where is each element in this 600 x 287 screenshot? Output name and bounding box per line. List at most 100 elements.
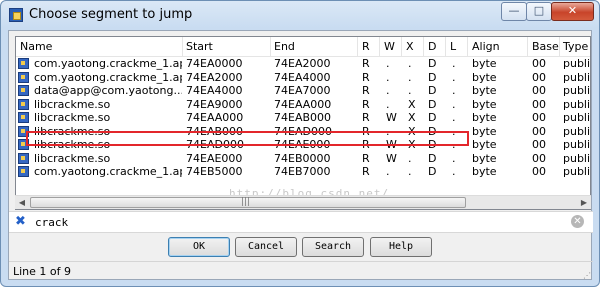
cell-end: 74EB7000 bbox=[274, 165, 331, 178]
cell-r: R bbox=[362, 84, 370, 97]
cell-type: public bbox=[563, 70, 591, 84]
column-header-name[interactable]: Name bbox=[20, 40, 52, 53]
cell-x: X bbox=[408, 97, 416, 111]
cell-x: X bbox=[408, 111, 416, 124]
cell-d: D bbox=[428, 151, 437, 165]
cell-start: 74EAE000 bbox=[186, 151, 243, 165]
table-row[interactable]: com.yaotong.crackme_1.apk 74EA0000 74EA2… bbox=[16, 57, 590, 71]
maximize-button[interactable]: □ bbox=[526, 2, 552, 21]
table-row[interactable]: libcrackme.so 74EAA000 74EAB000 R W X D … bbox=[16, 111, 590, 125]
cell-l: . bbox=[452, 151, 456, 165]
cell-align: byte bbox=[472, 84, 497, 97]
cell-base: 00 bbox=[532, 165, 546, 178]
column-header-x[interactable]: X bbox=[406, 40, 414, 53]
cell-type: public bbox=[563, 111, 591, 124]
column-header-align[interactable]: Align bbox=[472, 40, 500, 53]
cell-name: libcrackme.so bbox=[34, 124, 111, 138]
column-header-d[interactable]: D bbox=[428, 40, 436, 53]
scroll-left-arrow-icon[interactable]: ◀ bbox=[15, 197, 29, 209]
cell-end: 74EA2000 bbox=[274, 57, 331, 70]
cell-l: . bbox=[452, 84, 456, 97]
cell-l: . bbox=[452, 165, 456, 178]
segment-rows: com.yaotong.crackme_1.apk 74EA0000 74EA2… bbox=[16, 57, 590, 179]
title-bar[interactable]: Choose segment to jump — □ ✕ bbox=[1, 1, 599, 29]
cell-w: . bbox=[386, 70, 390, 84]
segment-icon bbox=[18, 125, 29, 137]
cell-w: W bbox=[386, 138, 397, 151]
grip-icon: ||| bbox=[241, 197, 251, 207]
minimize-button[interactable]: — bbox=[501, 2, 527, 21]
cell-r: R bbox=[362, 70, 370, 84]
cell-base: 00 bbox=[532, 111, 546, 124]
table-row[interactable]: com.yaotong.crackme_1.apk 74EA2000 74EA4… bbox=[16, 71, 590, 85]
ok-button[interactable]: OK bbox=[168, 237, 230, 257]
cell-r: R bbox=[362, 165, 370, 178]
status-bar: Line 1 of 9 ⋰ bbox=[9, 261, 593, 282]
cell-start: 74EAA000 bbox=[186, 111, 244, 124]
table-row-selected[interactable]: libcrackme.so 74EA9000 74EAA000 R . X D … bbox=[16, 98, 590, 112]
cell-l: . bbox=[452, 124, 456, 138]
table-row[interactable]: com.yaotong.crackme_1.apk 74EB5000 74EB7… bbox=[16, 165, 590, 179]
cell-type: public bbox=[563, 138, 591, 151]
cell-d: D bbox=[428, 57, 437, 70]
cell-type: public bbox=[563, 165, 591, 178]
cell-r: R bbox=[362, 57, 370, 70]
cell-align: byte bbox=[472, 97, 497, 111]
column-header-w[interactable]: W bbox=[384, 40, 395, 53]
column-header-l[interactable]: L bbox=[450, 40, 456, 53]
clear-filter-icon[interactable]: ✕ bbox=[571, 215, 584, 228]
cell-align: byte bbox=[472, 151, 497, 165]
cell-base: 00 bbox=[532, 151, 546, 165]
scrollbar-thumb[interactable]: ||| bbox=[30, 197, 466, 208]
cell-align: byte bbox=[472, 138, 497, 151]
cell-end: 74EAE000 bbox=[274, 138, 331, 151]
cell-r: R bbox=[362, 138, 370, 151]
cell-name: data@app@com.yaotong... bbox=[34, 84, 182, 97]
filter-icon[interactable]: ✖ bbox=[15, 214, 26, 229]
cell-x: . bbox=[408, 151, 412, 165]
column-header-end[interactable]: End bbox=[274, 40, 295, 53]
column-header-type[interactable]: Type bbox=[563, 40, 588, 53]
cell-start: 74EA4000 bbox=[186, 84, 243, 97]
cell-type: public bbox=[563, 151, 591, 165]
cell-base: 00 bbox=[532, 57, 546, 70]
search-button[interactable]: Search bbox=[302, 237, 364, 257]
cell-name: libcrackme.so bbox=[34, 97, 111, 111]
column-header-start[interactable]: Start bbox=[186, 40, 213, 53]
cell-name: com.yaotong.crackme_1.apk bbox=[34, 57, 182, 70]
cell-align: byte bbox=[472, 57, 497, 70]
segment-icon bbox=[18, 112, 29, 123]
horizontal-scrollbar[interactable]: ◀ ||| ▶ bbox=[15, 195, 591, 209]
segment-icon bbox=[18, 139, 29, 150]
segment-list[interactable]: Name Start End R W X D L Align Base Type… bbox=[15, 36, 591, 210]
cell-start: 74EB5000 bbox=[186, 165, 243, 178]
cell-end: 74EA4000 bbox=[274, 70, 331, 84]
cell-base: 00 bbox=[532, 124, 546, 138]
column-header-base[interactable]: Base bbox=[532, 40, 559, 53]
cell-w: . bbox=[386, 165, 390, 178]
cell-w: W bbox=[386, 111, 397, 124]
cell-base: 00 bbox=[532, 97, 546, 111]
cell-type: public bbox=[563, 97, 591, 111]
cell-name: com.yaotong.crackme_1.apk bbox=[34, 165, 182, 178]
cell-w: . bbox=[386, 124, 390, 138]
scroll-right-arrow-icon[interactable]: ▶ bbox=[577, 197, 591, 209]
table-row[interactable]: libcrackme.so 74EAD000 74EAE000 R W X D … bbox=[16, 138, 590, 152]
table-row[interactable]: libcrackme.so 74EAE000 74EB0000 R W . D … bbox=[16, 152, 590, 166]
cell-l: . bbox=[452, 70, 456, 84]
resize-grip-icon[interactable]: ⋰ bbox=[583, 271, 591, 280]
cancel-button[interactable]: Cancel bbox=[235, 237, 297, 257]
filter-input[interactable] bbox=[33, 214, 567, 231]
cell-type: public bbox=[563, 84, 591, 97]
table-row[interactable]: libcrackme.so 74EAB000 74EAD000 R . X D … bbox=[16, 125, 590, 139]
cell-l: . bbox=[452, 111, 456, 124]
column-header-r[interactable]: R bbox=[362, 40, 370, 53]
cell-w: . bbox=[386, 97, 390, 111]
close-button[interactable]: ✕ bbox=[551, 2, 594, 21]
cell-r: R bbox=[362, 151, 370, 165]
cell-start: 74EA2000 bbox=[186, 70, 243, 84]
cell-end: 74EA7000 bbox=[274, 84, 331, 97]
table-row[interactable]: data@app@com.yaotong... 74EA4000 74EA700… bbox=[16, 84, 590, 98]
segment-icon bbox=[18, 71, 29, 83]
help-button[interactable]: Help bbox=[370, 237, 432, 257]
